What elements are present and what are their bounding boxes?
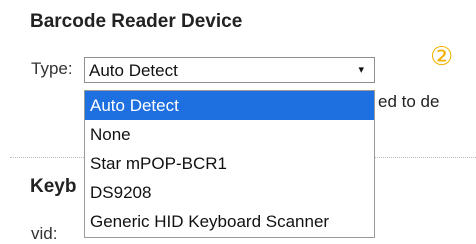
dropdown-option-auto-detect[interactable]: Auto Detect [85, 91, 374, 120]
dropdown-option-star-mpop-bcr1[interactable]: Star mPOP-BCR1 [85, 149, 374, 178]
type-select-value: Auto Detect [89, 61, 178, 80]
dropdown-option-ds9208[interactable]: DS9208 [85, 178, 374, 207]
vid-label: vid: [31, 224, 58, 243]
type-label: Type: [31, 59, 73, 78]
section-title-barcode-reader: Barcode Reader Device [30, 11, 243, 32]
type-select[interactable]: Auto Detect ▾ [84, 57, 375, 83]
step-number-marker: ② [430, 42, 454, 72]
chevron-down-icon: ▾ [358, 64, 364, 76]
hint-text: ed to de [378, 92, 440, 111]
type-dropdown-list: Auto Detect None Star mPOP-BCR1 DS9208 G… [84, 90, 375, 238]
dropdown-option-generic-hid-keyboard-scanner[interactable]: Generic HID Keyboard Scanner [85, 207, 374, 236]
section-title-keyboard: Keyb [30, 176, 77, 197]
dropdown-option-none[interactable]: None [85, 120, 374, 149]
